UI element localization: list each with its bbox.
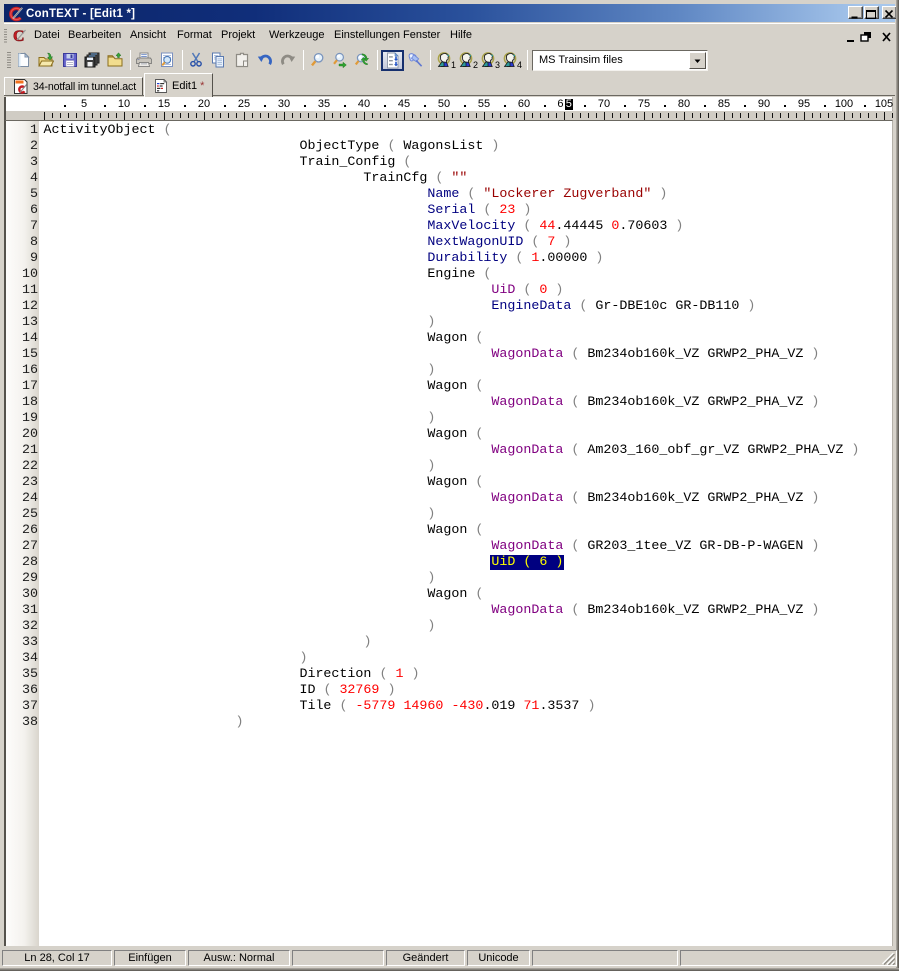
svg-text:C: C [13,28,25,43]
svg-text:2: 2 [473,60,478,70]
svg-text:4: 4 [517,60,522,70]
svg-text:3: 3 [495,60,500,70]
svg-text:1: 1 [451,60,456,70]
